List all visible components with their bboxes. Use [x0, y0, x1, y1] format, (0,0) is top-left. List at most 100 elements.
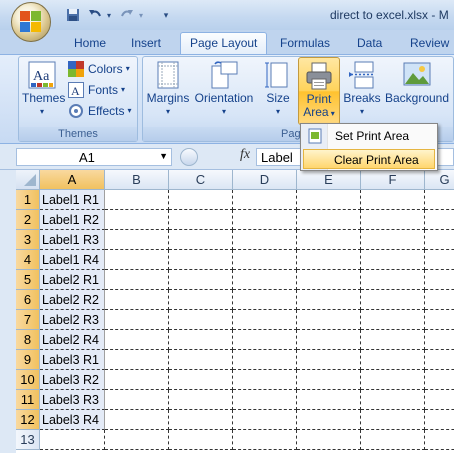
row-header[interactable]: 6 [16, 290, 40, 310]
cell-a9[interactable]: Label3 R1 [40, 350, 105, 370]
cell-g4[interactable] [425, 250, 454, 270]
row-header[interactable]: 9 [16, 350, 40, 370]
cell-b4[interactable] [105, 250, 169, 270]
row-header[interactable]: 13 [16, 430, 40, 450]
cell-f3[interactable] [361, 230, 425, 250]
cell-f11[interactable] [361, 390, 425, 410]
cell-g2[interactable] [425, 210, 454, 230]
cell-c6[interactable] [169, 290, 233, 310]
tab-insert[interactable]: Insert [122, 33, 170, 54]
cell-b11[interactable] [105, 390, 169, 410]
customize-toolbar-icon[interactable]: ▾ [160, 6, 172, 24]
column-header-g[interactable]: G [425, 170, 454, 190]
cell-e5[interactable] [297, 270, 361, 290]
cell-e11[interactable] [297, 390, 361, 410]
cell-g11[interactable] [425, 390, 454, 410]
cell-d6[interactable] [233, 290, 297, 310]
cell-b9[interactable] [105, 350, 169, 370]
cell-c1[interactable] [169, 190, 233, 210]
cell-b12[interactable] [105, 410, 169, 430]
cell-e4[interactable] [297, 250, 361, 270]
column-header-b[interactable]: B [105, 170, 169, 190]
tab-formulas[interactable]: Formulas [271, 33, 339, 54]
cell-d3[interactable] [233, 230, 297, 250]
cell-b1[interactable] [105, 190, 169, 210]
cell-d5[interactable] [233, 270, 297, 290]
cell-g12[interactable] [425, 410, 454, 430]
row-header[interactable]: 1 [16, 190, 40, 210]
cell-a6[interactable]: Label2 R2 [40, 290, 105, 310]
print-area-button[interactable]: Print Area ▾ [298, 57, 340, 125]
cell-d8[interactable] [233, 330, 297, 350]
column-header-a[interactable]: A [40, 170, 105, 190]
clear-print-area-menu-item[interactable]: Clear Print Area [303, 149, 435, 169]
cell-a8[interactable]: Label2 R4 [40, 330, 105, 350]
cell-a5[interactable]: Label2 R1 [40, 270, 105, 290]
cell-f2[interactable] [361, 210, 425, 230]
row-header[interactable]: 5 [16, 270, 40, 290]
select-all-corner[interactable] [16, 170, 40, 190]
set-print-area-menu-item[interactable]: Set Print Area [303, 126, 435, 146]
cell-a2[interactable]: Label1 R2 [40, 210, 105, 230]
column-header-e[interactable]: E [297, 170, 361, 190]
cell-a3[interactable]: Label1 R3 [40, 230, 105, 250]
cell-e7[interactable] [297, 310, 361, 330]
cell-f7[interactable] [361, 310, 425, 330]
cell-d1[interactable] [233, 190, 297, 210]
cell-a12[interactable]: Label3 R4 [40, 410, 105, 430]
background-button[interactable]: Background [384, 60, 450, 122]
cell-g1[interactable] [425, 190, 454, 210]
cell-a7[interactable]: Label2 R3 [40, 310, 105, 330]
cell-c8[interactable] [169, 330, 233, 350]
undo-dropdown-icon[interactable]: ▾ [104, 6, 114, 24]
chevron-down-icon[interactable]: ▼ [159, 151, 168, 161]
cell-c2[interactable] [169, 210, 233, 230]
cell-c9[interactable] [169, 350, 233, 370]
cell-d11[interactable] [233, 390, 297, 410]
cell-e1[interactable] [297, 190, 361, 210]
cell-g8[interactable] [425, 330, 454, 350]
cell-f5[interactable] [361, 270, 425, 290]
expand-circle-icon[interactable] [180, 148, 198, 166]
cell-g7[interactable] [425, 310, 454, 330]
name-box[interactable]: A1 ▼ [16, 148, 172, 166]
cell-f13[interactable] [361, 430, 425, 450]
cell-f12[interactable] [361, 410, 425, 430]
cell-a11[interactable]: Label3 R3 [40, 390, 105, 410]
cell-e2[interactable] [297, 210, 361, 230]
cell-d9[interactable] [233, 350, 297, 370]
cell-d13[interactable] [233, 430, 297, 450]
margins-button[interactable]: Margins ▾ [146, 60, 190, 122]
cell-a13[interactable] [40, 430, 105, 450]
office-button[interactable] [11, 2, 51, 42]
cell-g9[interactable] [425, 350, 454, 370]
row-header[interactable]: 3 [16, 230, 40, 250]
column-header-f[interactable]: F [361, 170, 425, 190]
effects-button[interactable]: Effects ▾ [68, 101, 131, 121]
cell-g3[interactable] [425, 230, 454, 250]
cell-e3[interactable] [297, 230, 361, 250]
tab-home[interactable]: Home [65, 33, 115, 54]
cell-b13[interactable] [105, 430, 169, 450]
cell-e9[interactable] [297, 350, 361, 370]
cell-e10[interactable] [297, 370, 361, 390]
themes-button[interactable]: Aa Themes ▾ [22, 60, 65, 122]
redo-dropdown-icon[interactable]: ▾ [136, 6, 146, 24]
cell-b6[interactable] [105, 290, 169, 310]
cell-f8[interactable] [361, 330, 425, 350]
cell-a1[interactable]: Label1 R1 [40, 190, 105, 210]
cell-b7[interactable] [105, 310, 169, 330]
cell-d2[interactable] [233, 210, 297, 230]
cell-f6[interactable] [361, 290, 425, 310]
row-header[interactable]: 8 [16, 330, 40, 350]
cell-f1[interactable] [361, 190, 425, 210]
cell-e8[interactable] [297, 330, 361, 350]
fonts-button[interactable]: A Fonts ▾ [68, 80, 125, 100]
colors-button[interactable]: Colors ▾ [68, 59, 130, 79]
save-icon[interactable] [64, 6, 82, 24]
cell-a4[interactable]: Label1 R4 [40, 250, 105, 270]
column-header-c[interactable]: C [169, 170, 233, 190]
cell-c10[interactable] [169, 370, 233, 390]
insert-function-icon[interactable]: fx [240, 147, 250, 163]
cell-f10[interactable] [361, 370, 425, 390]
